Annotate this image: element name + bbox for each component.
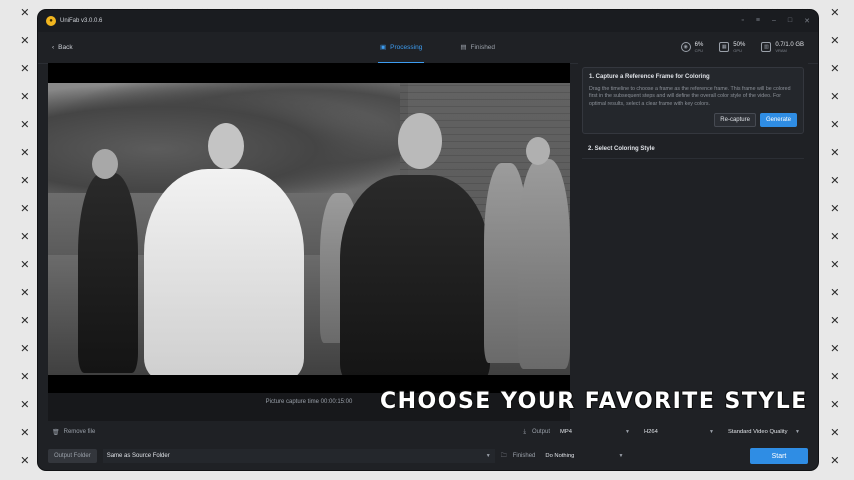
tab-processing[interactable]: ▣ Processing bbox=[378, 32, 425, 64]
back-button[interactable]: ‹ Back bbox=[52, 44, 73, 51]
resource-stats: ◉ 6% CPU ▦ 50% GPU ▥ 0.7/1.0 GB VRAM bbox=[680, 42, 804, 53]
cpu-label: CPU bbox=[694, 47, 704, 53]
step-capture-reference: 1. Capture a Reference Frame for Colorin… bbox=[582, 67, 804, 135]
minimize-icon[interactable]: – bbox=[772, 17, 776, 25]
step1-title: 1. Capture a Reference Frame for Colorin… bbox=[589, 74, 710, 80]
codec-select[interactable]: H264 ▼ bbox=[640, 426, 718, 438]
output-folder-button[interactable]: Output Folder bbox=[48, 449, 97, 463]
output-settings-bar: 🗑 Remove file ⤓ Output MP4 ▼ H264 ▼ Stan… bbox=[38, 423, 818, 441]
window-title: UniFab v3.0.0.6 bbox=[60, 18, 103, 24]
back-label: Back bbox=[58, 44, 73, 51]
chevron-down-icon: ▼ bbox=[709, 429, 714, 435]
main-toolbar: ‹ Back ▣ Processing ▤ Finished ◉ 6% CPU bbox=[38, 32, 818, 64]
close-icon[interactable]: ✕ bbox=[804, 17, 810, 25]
cpu-icon: ◉ bbox=[680, 42, 691, 53]
folder-value: Same as Source Folder bbox=[106, 453, 170, 459]
trash-icon: 🗑 bbox=[52, 429, 60, 436]
recapture-button[interactable]: Re-capture bbox=[714, 113, 756, 128]
quality-value: Standard Video Quality bbox=[728, 429, 788, 435]
gpu-icon: ▦ bbox=[719, 42, 730, 53]
finished-action-select[interactable]: Do Nothing ▼ bbox=[541, 450, 628, 462]
menu-icon[interactable]: ≡ bbox=[756, 17, 760, 25]
list-icon: ▤ bbox=[460, 44, 467, 51]
generate-button[interactable]: Generate bbox=[759, 113, 797, 128]
video-preview-area: Picture capture time 00:00:15:00 bbox=[48, 63, 570, 421]
coloring-panel: 1. Capture a Reference Frame for Colorin… bbox=[578, 63, 808, 421]
format-value: MP4 bbox=[560, 429, 572, 435]
codec-value: H264 bbox=[644, 429, 658, 435]
finished-label: Finished bbox=[512, 453, 536, 459]
title-bar: ● UniFab v3.0.0.6 ▫ ≡ – □ ✕ bbox=[38, 10, 818, 32]
step2-title: 2. Select Coloring Style bbox=[588, 146, 655, 153]
export-icon: ⤓ bbox=[523, 428, 526, 435]
output-label: Output bbox=[531, 429, 550, 435]
chevron-left-icon: ‹ bbox=[52, 44, 55, 51]
cpu-stat: ◉ 6% CPU bbox=[680, 42, 704, 53]
feedback-icon[interactable]: ▫ bbox=[741, 17, 743, 25]
chevron-down-icon: ▼ bbox=[485, 453, 491, 459]
gpu-label: GPU bbox=[733, 47, 742, 53]
chevron-down-icon: ▼ bbox=[625, 429, 630, 435]
step-select-style[interactable]: 2. Select Coloring Style bbox=[582, 140, 804, 160]
remove-file-button[interactable]: 🗑 Remove file bbox=[52, 429, 95, 436]
tab-finished[interactable]: ▤ Finished bbox=[458, 32, 497, 64]
vram-icon: ▥ bbox=[761, 42, 772, 53]
format-select[interactable]: MP4 ▼ bbox=[556, 426, 634, 438]
finished-value: Do Nothing bbox=[545, 453, 575, 459]
video-frame[interactable] bbox=[48, 63, 570, 393]
step1-description: Drag the timeline to choose a frame as t… bbox=[589, 86, 791, 107]
maximize-icon[interactable]: □ bbox=[788, 17, 792, 25]
vram-label: VRAM bbox=[775, 47, 787, 53]
chevron-down-icon: ▼ bbox=[618, 453, 624, 459]
folder-icon[interactable]: 🗀 bbox=[501, 451, 507, 461]
gpu-stat: ▦ 50% GPU bbox=[719, 42, 745, 53]
tab-finished-label: Finished bbox=[470, 43, 496, 51]
output-folder-select[interactable]: Same as Source Folder ▼ bbox=[102, 449, 495, 463]
start-button[interactable]: Start bbox=[750, 448, 808, 464]
unifab-logo-icon: ● bbox=[46, 16, 56, 26]
remove-file-label: Remove file bbox=[63, 429, 96, 435]
folder-bar: Output Folder Same as Source Folder ▼ 🗀 … bbox=[38, 446, 818, 466]
chevron-down-icon: ▼ bbox=[795, 429, 800, 435]
video-frame-image bbox=[48, 83, 570, 375]
tab-processing-label: Processing bbox=[390, 43, 423, 51]
processing-icon: ▣ bbox=[380, 44, 387, 51]
tab-bar: ▣ Processing ▤ Finished bbox=[378, 32, 497, 64]
window-controls: ▫ ≡ – □ ✕ bbox=[741, 17, 810, 25]
overlay-caption: CHOOSE YOUR FAVORITE STYLE bbox=[380, 389, 808, 414]
vram-stat: ▥ 0.7/1.0 GB VRAM bbox=[761, 42, 804, 53]
quality-select[interactable]: Standard Video Quality ▼ bbox=[724, 426, 804, 438]
